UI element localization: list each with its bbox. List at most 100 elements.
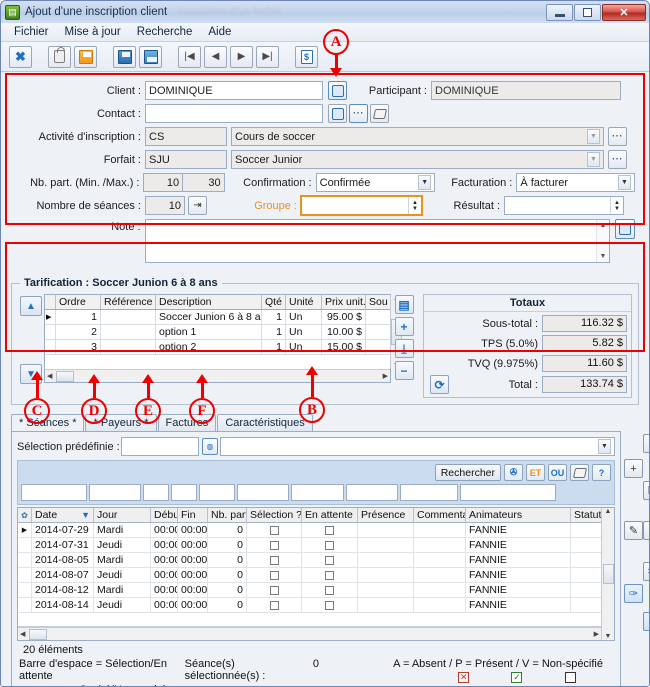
- toolbar-next-record-button[interactable]: ▶: [230, 45, 253, 68]
- checkbox-icon[interactable]: [269, 525, 279, 535]
- scrollbar-thumb[interactable]: [602, 564, 614, 584]
- check-all-top-button[interactable]: ✓: [643, 434, 649, 453]
- note-scrollbar[interactable]: ▲ ▼: [596, 220, 610, 262]
- column-date[interactable]: Date ▼: [32, 508, 94, 522]
- checkbox-icon[interactable]: [325, 555, 334, 565]
- toolbar-previous-record-button[interactable]: ◀: [204, 45, 227, 68]
- scroll-right-icon[interactable]: ▶: [383, 372, 388, 380]
- minimize-button[interactable]: [546, 3, 573, 21]
- toolbar-last-record-button[interactable]: ▶|: [256, 45, 279, 68]
- toolbar-save-button[interactable]: [113, 45, 136, 68]
- menu-item-aide[interactable]: Aide: [201, 24, 238, 40]
- cell-selection[interactable]: [247, 523, 302, 537]
- maximize-button[interactable]: [574, 3, 601, 21]
- seances-grid[interactable]: ✿ Date ▼ Jour Début Fin Nb. part. Sélect…: [17, 507, 615, 641]
- filter-commentaire[interactable]: [400, 484, 458, 501]
- grid-settings-icon[interactable]: ✿: [18, 508, 32, 522]
- contact-input[interactable]: [145, 104, 323, 123]
- seances-horizontal-scrollbar[interactable]: ◀ ▶: [18, 627, 601, 640]
- participant-input[interactable]: DOMINIQUE: [431, 81, 621, 100]
- selection-name-select[interactable]: ▼: [220, 437, 615, 456]
- and-operator-button[interactable]: ET: [526, 464, 545, 481]
- close-button[interactable]: ✕: [602, 3, 646, 21]
- toolbar-invoice-button[interactable]: $: [295, 45, 318, 68]
- table-row[interactable]: 2014-08-07 Jeudi 00:00 00:00 0 FANNIE: [18, 568, 601, 583]
- tab-caracteristiques[interactable]: Caractéristiques: [217, 414, 313, 431]
- column-commentaire[interactable]: Commentaire: [414, 508, 466, 522]
- filter-en-attente[interactable]: [291, 484, 344, 501]
- column-jour[interactable]: Jour: [94, 508, 151, 522]
- table-row[interactable]: 2014-07-31 Jeudi 00:00 00:00 0 FANNIE: [18, 538, 601, 553]
- cell-en-attente[interactable]: [302, 583, 358, 597]
- checkbox-icon[interactable]: [325, 540, 334, 550]
- tarification-col-unite[interactable]: Unité: [286, 295, 322, 309]
- or-operator-button[interactable]: OU: [548, 464, 567, 481]
- selection-code-input[interactable]: [121, 437, 199, 456]
- filter-date[interactable]: [21, 484, 87, 501]
- add-seance-button[interactable]: +: [624, 459, 643, 478]
- tarification-col-qte[interactable]: Qté: [262, 295, 286, 309]
- confirmation-select[interactable]: Confirmée ▼: [315, 173, 436, 192]
- tab-payeurs[interactable]: * Payeurs *: [85, 414, 157, 431]
- forfait-code-input[interactable]: SJU: [145, 150, 227, 169]
- checkbox-icon[interactable]: [269, 585, 279, 595]
- seances-vertical-scrollbar[interactable]: ▲ ▼: [601, 508, 614, 640]
- menu-item-mise-a-jour[interactable]: Mise à jour: [58, 24, 128, 40]
- filter-selection[interactable]: [237, 484, 289, 501]
- facturation-select[interactable]: À facturer ▼: [516, 173, 635, 192]
- table-row[interactable]: 2014-08-05 Mardi 00:00 00:00 0 FANNIE: [18, 553, 601, 568]
- scroll-right-icon[interactable]: ▶: [594, 630, 599, 638]
- selection-picker-button[interactable]: ◍: [202, 438, 218, 455]
- filter-fin[interactable]: [171, 484, 197, 501]
- filter-nb-part[interactable]: [199, 484, 235, 501]
- cell-en-attente[interactable]: [302, 598, 358, 612]
- toolbar-save-as-button[interactable]: [139, 45, 162, 68]
- note-expand-button[interactable]: [615, 219, 635, 239]
- spinner-arrows-icon[interactable]: ▲ ▼: [610, 197, 623, 214]
- checkbox-icon[interactable]: [325, 600, 334, 610]
- menu-item-recherche[interactable]: Recherche: [130, 24, 200, 40]
- scroll-down-icon[interactable]: ▼: [605, 633, 612, 640]
- cell-en-attente[interactable]: [302, 523, 358, 537]
- menu-item-fichier[interactable]: Fichier: [7, 24, 56, 40]
- move-up-button[interactable]: ▲: [20, 296, 42, 316]
- cell-selection[interactable]: [247, 598, 302, 612]
- scrollbar-thumb[interactable]: [29, 628, 48, 640]
- checkbox-icon[interactable]: [325, 570, 334, 580]
- nb-seances-input[interactable]: 10: [145, 196, 185, 215]
- activity-browse-button[interactable]: ⋯: [608, 127, 627, 146]
- table-row[interactable]: 2014-08-12 Mardi 00:00 00:00 0 FANNIE: [18, 583, 601, 598]
- rechercher-button[interactable]: Rechercher: [434, 464, 501, 481]
- scrollbar-thumb[interactable]: [56, 370, 75, 382]
- checkbox-icon[interactable]: [269, 540, 279, 550]
- column-debut[interactable]: Début: [151, 508, 178, 522]
- cell-en-attente[interactable]: [302, 538, 358, 552]
- client-input[interactable]: DOMINIQUE: [145, 81, 323, 100]
- client-picker-button[interactable]: [328, 81, 347, 100]
- filter-animateurs[interactable]: [460, 484, 556, 501]
- column-presence[interactable]: Présence: [358, 508, 414, 522]
- cell-selection[interactable]: [247, 553, 302, 567]
- delete-seance-button[interactable]: ✕: [643, 521, 649, 540]
- note-button[interactable]: ✑: [624, 584, 643, 603]
- table-row[interactable]: 2014-08-14 Jeudi 00:00 00:00 0 FANNIE: [18, 598, 601, 613]
- add-line-button[interactable]: +: [394, 317, 414, 336]
- refresh-totals-button[interactable]: ⟳: [430, 375, 449, 394]
- cell-selection[interactable]: [247, 568, 302, 582]
- cell-en-attente[interactable]: [302, 553, 358, 567]
- table-row[interactable]: 3 option 2 1 Un 15.00 $: [45, 340, 390, 355]
- column-fin[interactable]: Fin: [178, 508, 208, 522]
- help-button[interactable]: ?: [592, 464, 611, 481]
- groupe-spinner[interactable]: ▲ ▼: [300, 195, 423, 216]
- filter-debut[interactable]: [143, 484, 169, 501]
- remove-line-button[interactable]: −: [394, 361, 414, 380]
- toolbar-first-record-button[interactable]: |◀: [178, 45, 201, 68]
- activity-code-input[interactable]: CS: [145, 127, 227, 146]
- toolbar-save-orange-button[interactable]: [74, 45, 97, 68]
- column-animateurs[interactable]: Animateurs: [466, 508, 571, 522]
- toolbar-lock-button[interactable]: [48, 45, 71, 68]
- forfait-browse-button[interactable]: ⋯: [608, 150, 627, 169]
- column-nb-part[interactable]: Nb. part.: [208, 508, 247, 522]
- spinner-arrows-icon[interactable]: ▲ ▼: [408, 197, 421, 214]
- checkbox-icon[interactable]: [325, 525, 334, 535]
